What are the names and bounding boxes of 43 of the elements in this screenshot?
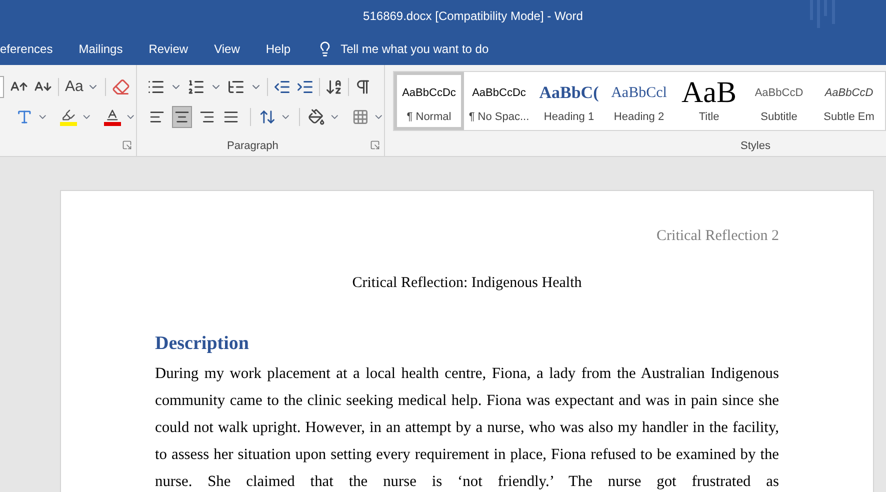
font-size-field[interactable] <box>0 76 4 98</box>
style-item[interactable]: AaBbCcD Subtitle <box>744 72 814 130</box>
shading-icon[interactable] <box>308 108 325 126</box>
document-title: Critical Reflection: Indigenous Health <box>352 274 582 292</box>
text-effects-icon[interactable] <box>16 108 33 126</box>
eraser-icon[interactable] <box>112 78 130 96</box>
body-paragraph: During my work placement at a local health centre, Fiona, a lady from the Australian Indigenous community came to the clinic seeking medical help. Fiona was expectant and was in pain since she could not walk upright. However, in an attempt by a nurse, who was also my handler in the facility, to assess her situation upon setting every requirement in place, Fiona refused to be examined by the nurse. She claimed that the nurse is ‘not friendly.’ The nurse got frustrated as <box>155 364 779 492</box>
change-case-button[interactable]: Aa <box>65 76 100 98</box>
increase-indent-icon[interactable] <box>296 78 314 96</box>
style-item[interactable]: AaB Title <box>674 72 744 130</box>
highlighter-icon[interactable] <box>60 108 77 126</box>
multilevel-list-icon[interactable] <box>227 78 245 96</box>
style-item[interactable]: AaBbCcl Heading 2 <box>604 72 674 130</box>
tell-me-field[interactable]: Tell me what you want to do <box>340 40 489 58</box>
line-spacing-icon[interactable] <box>258 108 276 126</box>
align-lines-icon <box>223 109 240 125</box>
ribbon-tab[interactable]: Help <box>266 40 291 58</box>
group-label: Paragraph <box>227 138 278 154</box>
align-lines-icon <box>149 109 166 125</box>
numbering-icon[interactable] <box>187 78 205 96</box>
page-header: Critical Reflection 2 <box>656 227 779 246</box>
pilcrow-icon[interactable] <box>354 78 372 96</box>
align-button[interactable] <box>172 106 192 128</box>
group-label: Styles <box>740 138 772 154</box>
dialog-launcher-icon[interactable] <box>122 140 132 150</box>
style-item[interactable]: AaBbC( Heading 1 <box>534 72 604 130</box>
align-lines-icon <box>198 109 215 125</box>
ribbon-tab[interactable]: Review <box>148 40 188 58</box>
ribbon-tab[interactable]: eferences <box>0 40 53 58</box>
ribbon-tab[interactable]: Mailings <box>78 40 123 58</box>
style-item[interactable]: AaBbCcD Subtle Em <box>814 72 884 130</box>
font-color-icon[interactable] <box>104 108 121 126</box>
style-item[interactable]: AaBbCcDc ¶ Normal <box>394 72 464 130</box>
ribbon-tab[interactable]: View <box>214 40 240 58</box>
dialog-launcher-icon[interactable] <box>370 140 380 150</box>
section-heading: Description <box>155 333 249 354</box>
style-item[interactable]: AaBbCcDc ¶ No Spac... <box>464 72 534 130</box>
sort-icon[interactable] <box>325 78 343 96</box>
borders-icon[interactable] <box>352 108 369 126</box>
window-title: 516869.docx [Compatibility Mode] - Word <box>362 8 583 25</box>
decrease-indent-icon[interactable] <box>273 78 291 96</box>
align-lines-icon <box>174 109 190 125</box>
bullets-icon[interactable] <box>147 78 165 96</box>
